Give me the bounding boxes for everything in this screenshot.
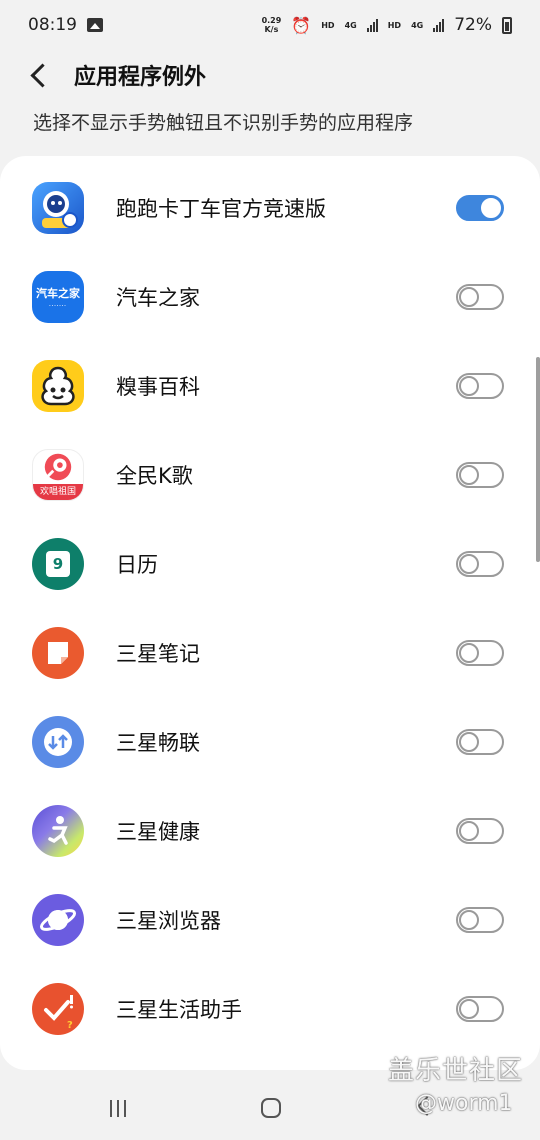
app-toggle[interactable]	[456, 372, 504, 399]
app-toggle[interactable]	[456, 906, 504, 933]
app-toggle[interactable]	[456, 995, 504, 1022]
battery-icon	[502, 16, 512, 34]
samsung-internet-icon	[32, 893, 84, 946]
recents-button[interactable]	[110, 1100, 126, 1117]
app-name: 三星健康	[116, 819, 200, 844]
watermark-user: @worm1	[415, 1091, 513, 1116]
list-item[interactable]: 三星畅联	[0, 697, 540, 786]
hd-indicator-1: HD	[321, 20, 335, 30]
status-bar: 08:19 0.29 K/s ⏰ HD 4G HD 4G 72%	[0, 0, 540, 50]
kart-rider-icon	[32, 181, 84, 234]
app-name: 跑跑卡丁车官方竞速版	[116, 196, 326, 221]
autohome-icon-text: 汽车之家	[36, 287, 80, 300]
samsung-health-icon	[32, 804, 84, 857]
list-item[interactable]: 三星健康	[0, 786, 540, 875]
network-type-2: 4G	[411, 20, 424, 30]
list-item[interactable]: 糗事百科	[0, 341, 540, 430]
app-name: 三星畅联	[116, 730, 200, 755]
list-item[interactable]: 汽车之家 ······· 汽车之家	[0, 252, 540, 341]
scrollbar[interactable]	[536, 357, 540, 562]
app-name: 三星浏览器	[116, 908, 221, 933]
app-name: 糗事百科	[116, 374, 200, 399]
samsung-connect-icon	[32, 715, 84, 768]
app-toggle[interactable]	[456, 728, 504, 755]
back-button[interactable]	[16, 52, 62, 98]
app-toggle[interactable]	[456, 461, 504, 488]
app-toggle[interactable]	[456, 817, 504, 844]
home-button[interactable]	[261, 1098, 281, 1118]
app-toggle[interactable]	[456, 194, 504, 221]
list-item[interactable]: ? 三星生活助手	[0, 964, 540, 1053]
app-name: 日历	[116, 552, 158, 577]
gallery-notification-icon	[87, 18, 103, 32]
network-speed: 0.29 K/s	[262, 16, 282, 34]
list-item[interactable]: 9 日历	[0, 519, 540, 608]
list-item[interactable]: 跑跑卡丁车官方竞速版	[0, 163, 540, 252]
qiushibaike-icon	[32, 359, 84, 412]
network-speed-unit: K/s	[264, 25, 279, 34]
list-item[interactable]: 欢唱祖国 全民K歌	[0, 430, 540, 519]
alarm-icon: ⏰	[291, 15, 312, 35]
signal-icon-1	[366, 18, 378, 32]
signal-icon-2	[433, 18, 445, 32]
app-name: 全民K歌	[116, 463, 193, 488]
network-type-1: 4G	[344, 20, 357, 30]
battery-percent: 72%	[454, 15, 492, 35]
samsung-notes-icon	[32, 626, 84, 679]
svg-text:?: ?	[67, 1020, 73, 1031]
app-bar: 应用程序例外	[0, 52, 540, 98]
app-toggle[interactable]	[456, 639, 504, 666]
kge-icon-text: 欢唱祖国	[33, 483, 83, 500]
list-item[interactable]: 三星笔记	[0, 608, 540, 697]
calendar-icon: 9	[32, 537, 84, 590]
samsung-reminder-icon: ?	[32, 982, 84, 1035]
page-title: 应用程序例外	[74, 65, 207, 90]
calendar-icon-day: 9	[52, 554, 64, 573]
app-name: 三星生活助手	[116, 997, 242, 1022]
back-arrow-icon	[29, 62, 55, 88]
autohome-icon: 汽车之家 ·······	[32, 270, 84, 323]
app-exception-list: 跑跑卡丁车官方竞速版 汽车之家 ······· 汽车之家 糗事百科 欢唱祖国 全…	[0, 156, 540, 1070]
watermark-community: 盖乐世社区	[388, 1056, 524, 1086]
app-name: 三星笔记	[116, 641, 200, 666]
app-toggle[interactable]	[456, 283, 504, 310]
page-description: 选择不显示手势触钮且不识别手势的应用程序	[33, 112, 414, 134]
app-toggle[interactable]	[456, 550, 504, 577]
kge-icon: 欢唱祖国	[32, 448, 84, 501]
network-speed-value: 0.29	[261, 16, 282, 25]
list-item[interactable]: 三星浏览器	[0, 875, 540, 964]
hd-indicator-2: HD	[387, 20, 402, 30]
app-name: 汽车之家	[116, 285, 200, 310]
status-time: 08:19	[28, 15, 77, 35]
